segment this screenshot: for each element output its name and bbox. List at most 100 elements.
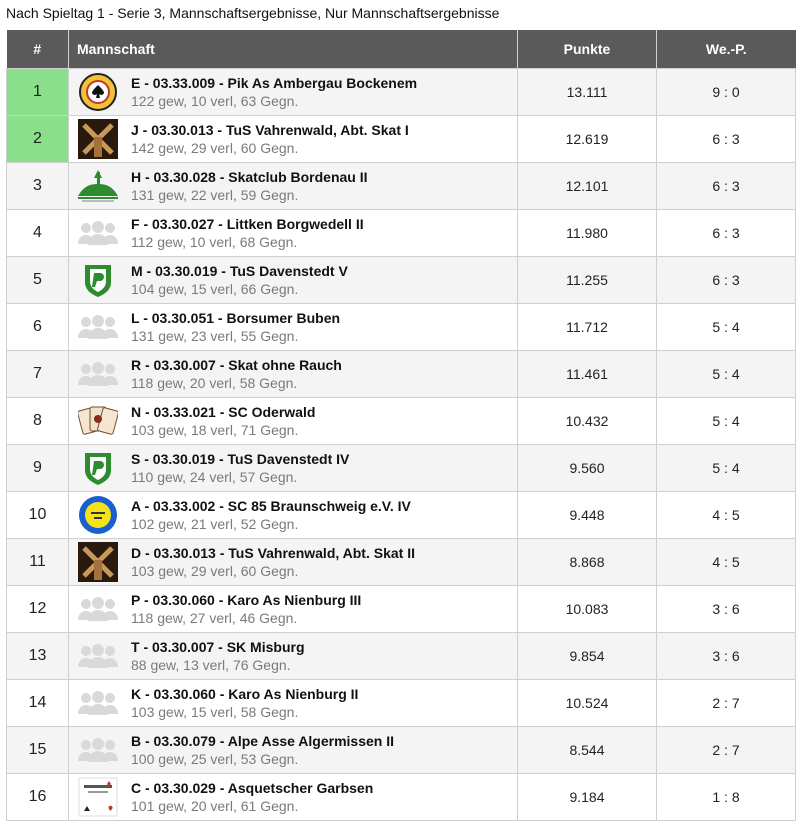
points-cell: 9.854 [517, 632, 657, 680]
team-name[interactable]: K - 03.30.060 - Karo As Nienburg II [131, 685, 358, 703]
we-p-cell: 6 : 3 [656, 209, 796, 257]
rank-cell: 9 [6, 444, 69, 492]
points-cell: 12.101 [517, 162, 657, 210]
we-p-cell: 6 : 3 [656, 115, 796, 163]
rank-cell: 1 [6, 68, 69, 116]
team-name[interactable]: C - 03.30.029 - Asquetscher Garbsen [131, 779, 373, 797]
team-name[interactable]: E - 03.33.009 - Pik As Ambergau Bockenem [131, 74, 417, 92]
table-row[interactable]: 13 T - 03.30.007 - SK Misburg 88 gew, 13… [6, 632, 796, 680]
rank-cell: 8 [6, 397, 69, 445]
we-p-cell: 5 : 4 [656, 350, 796, 398]
table-row[interactable]: 3 H - 03.30.028 - Skatclub Bordenau II 1… [6, 162, 796, 210]
team-name[interactable]: S - 03.30.019 - TuS Davenstedt IV [131, 450, 349, 468]
table-row[interactable]: 6 L - 03.30.051 - Borsumer Buben 131 gew… [6, 303, 796, 351]
team-name[interactable]: R - 03.30.007 - Skat ohne Rauch [131, 356, 342, 374]
table-row[interactable]: 12 P - 03.30.060 - Karo As Nienburg III … [6, 585, 796, 633]
we-p-cell: 1 : 8 [656, 773, 796, 821]
table-row[interactable]: 1 E - 03.33.009 - Pik As Ambergau Bocken… [6, 68, 796, 116]
table-header-row: # Mannschaft Punkte We.-P. [6, 30, 796, 69]
group-icon [77, 213, 119, 253]
we-p-cell: 2 : 7 [656, 679, 796, 727]
team-stats: 118 gew, 27 verl, 46 Gegn. [131, 609, 298, 626]
points-cell: 10.524 [517, 679, 657, 727]
table-row[interactable]: 11 D - 03.30.013 - TuS Vahrenwald, Abt. … [6, 538, 796, 586]
we-p-cell: 3 : 6 [656, 585, 796, 633]
table-row[interactable]: 7 R - 03.30.007 - Skat ohne Rauch 118 ge… [6, 350, 796, 398]
table-row[interactable]: 10 A - 03.33.002 - SC 85 Braunschweig e.… [6, 491, 796, 539]
team-stats: 88 gew, 13 verl, 76 Gegn. [131, 656, 291, 673]
table-row[interactable]: 16 C - 03.30.029 - Asquetscher Garbsen 1… [6, 773, 796, 821]
points-cell: 10.432 [517, 397, 657, 445]
bockenem-logo [77, 72, 119, 112]
points-cell: 8.544 [517, 726, 657, 774]
table-row[interactable]: 15 B - 03.30.079 - Alpe Asse Algermissen… [6, 726, 796, 774]
rank-cell: 15 [6, 726, 69, 774]
points-cell: 12.619 [517, 115, 657, 163]
we-p-cell: 3 : 6 [656, 632, 796, 680]
we-p-cell: 6 : 3 [656, 162, 796, 210]
rank-cell: 13 [6, 632, 69, 680]
header-points[interactable]: Punkte [517, 30, 657, 69]
header-team[interactable]: Mannschaft [68, 30, 518, 69]
windmill-logo [77, 542, 119, 582]
cards-logo [77, 401, 119, 441]
points-cell: 11.255 [517, 256, 657, 304]
standings-table: # Mannschaft Punkte We.-P. 1 E - 03.33.0… [6, 30, 796, 821]
table-row[interactable]: 5 M - 03.30.019 - TuS Davenstedt V 104 g… [6, 256, 796, 304]
team-stats: 100 gew, 25 verl, 53 Gegn. [131, 750, 299, 767]
points-cell: 9.184 [517, 773, 657, 821]
group-icon [77, 354, 119, 394]
rank-cell: 6 [6, 303, 69, 351]
rank-cell: 5 [6, 256, 69, 304]
points-cell: 11.712 [517, 303, 657, 351]
points-cell: 9.448 [517, 491, 657, 539]
header-we-p[interactable]: We.-P. [656, 30, 796, 69]
rank-cell: 12 [6, 585, 69, 633]
we-p-cell: 4 : 5 [656, 538, 796, 586]
group-icon [77, 636, 119, 676]
windmill-logo [77, 119, 119, 159]
team-stats: 112 gew, 10 verl, 68 Gegn. [131, 233, 298, 250]
team-stats: 101 gew, 20 verl, 61 Gegn. [131, 797, 299, 814]
team-name[interactable]: B - 03.30.079 - Alpe Asse Algermissen II [131, 732, 394, 750]
rank-cell: 3 [6, 162, 69, 210]
we-p-cell: 9 : 0 [656, 68, 796, 116]
group-icon [77, 730, 119, 770]
team-stats: 122 gew, 10 verl, 63 Gegn. [131, 92, 299, 109]
points-cell: 11.980 [517, 209, 657, 257]
team-name[interactable]: A - 03.33.002 - SC 85 Braunschweig e.V. … [131, 497, 411, 515]
team-name[interactable]: M - 03.30.019 - TuS Davenstedt V [131, 262, 348, 280]
rank-cell: 7 [6, 350, 69, 398]
rank-cell: 11 [6, 538, 69, 586]
team-stats: 103 gew, 18 verl, 71 Gegn. [131, 421, 299, 438]
shield-logo [77, 448, 119, 488]
team-name[interactable]: T - 03.30.007 - SK Misburg [131, 638, 305, 656]
points-cell: 10.083 [517, 585, 657, 633]
team-name[interactable]: H - 03.30.028 - Skatclub Bordenau II [131, 168, 368, 186]
team-name[interactable]: N - 03.33.021 - SC Oderwald [131, 403, 315, 421]
team-stats: 131 gew, 22 verl, 59 Gegn. [131, 186, 299, 203]
table-row[interactable]: 9 S - 03.30.019 - TuS Davenstedt IV 110 … [6, 444, 796, 492]
team-name[interactable]: L - 03.30.051 - Borsumer Buben [131, 309, 340, 327]
table-row[interactable]: 4 F - 03.30.027 - Littken Borgwedell II … [6, 209, 796, 257]
rank-cell: 2 [6, 115, 69, 163]
group-icon [77, 589, 119, 629]
points-cell: 8.868 [517, 538, 657, 586]
header-rank[interactable]: # [6, 30, 69, 69]
team-name[interactable]: J - 03.30.013 - TuS Vahrenwald, Abt. Ska… [131, 121, 409, 139]
team-name[interactable]: F - 03.30.027 - Littken Borgwedell II [131, 215, 364, 233]
shield-logo [77, 260, 119, 300]
we-p-cell: 5 : 4 [656, 397, 796, 445]
bordenau-logo [77, 166, 119, 206]
we-p-cell: 4 : 5 [656, 491, 796, 539]
braunschweig-logo [77, 495, 119, 535]
table-row[interactable]: 14 K - 03.30.060 - Karo As Nienburg II 1… [6, 679, 796, 727]
group-icon [77, 683, 119, 723]
team-name[interactable]: P - 03.30.060 - Karo As Nienburg III [131, 591, 361, 609]
table-row[interactable]: 2 J - 03.30.013 - TuS Vahrenwald, Abt. S… [6, 115, 796, 163]
team-stats: 131 gew, 23 verl, 55 Gegn. [131, 327, 299, 344]
team-name[interactable]: D - 03.30.013 - TuS Vahrenwald, Abt. Ska… [131, 544, 415, 562]
team-stats: 110 gew, 24 verl, 57 Gegn. [131, 468, 298, 485]
table-row[interactable]: 8 N - 03.33.021 - SC Oderwald 103 gew, 1… [6, 397, 796, 445]
points-cell: 13.111 [517, 68, 657, 116]
